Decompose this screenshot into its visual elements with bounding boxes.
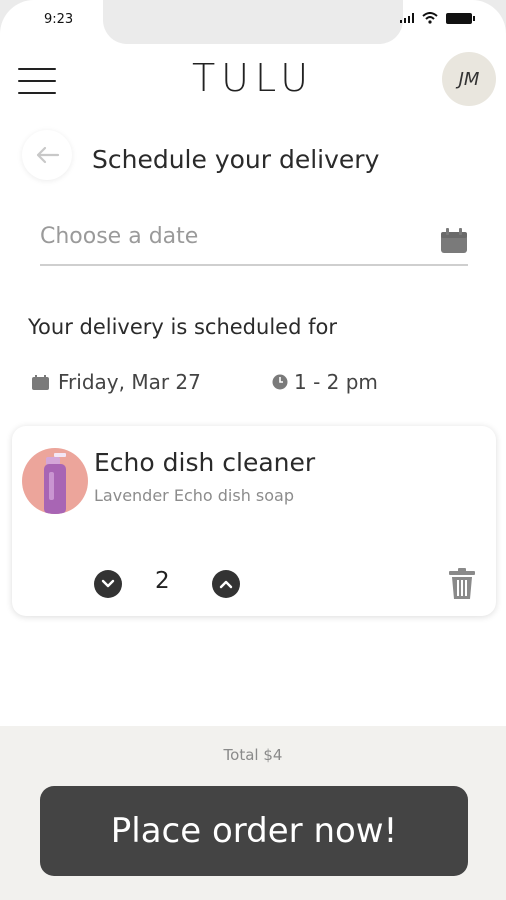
chevron-up-icon xyxy=(219,580,233,589)
schedule-date: Friday, Mar 27 xyxy=(32,370,201,394)
device-notch xyxy=(103,0,403,44)
app-screen: 9:23 TULU JM Schedule your delivery Your… xyxy=(0,0,506,900)
battery-icon xyxy=(446,12,475,24)
back-button[interactable] xyxy=(22,130,72,180)
product-name: Echo dish cleaner xyxy=(94,448,316,477)
back-arrow-icon xyxy=(36,146,60,164)
signal-icon xyxy=(400,13,414,23)
quantity-decrease-button[interactable] xyxy=(94,570,122,598)
wifi-icon xyxy=(422,12,438,24)
calendar-icon[interactable] xyxy=(440,228,468,254)
brand-logo: TULU xyxy=(191,56,315,100)
status-time: 9:23 xyxy=(44,12,74,27)
trash-icon[interactable] xyxy=(448,568,476,600)
schedule-time-text: 1 - 2 pm xyxy=(294,370,378,394)
schedule-time: 1 - 2 pm xyxy=(272,370,378,394)
quantity-increase-button[interactable] xyxy=(212,570,240,598)
order-footer: Total $4 Place order now! xyxy=(0,726,506,900)
quantity-value: 2 xyxy=(155,568,170,594)
order-total: Total $4 xyxy=(223,746,283,764)
place-order-button[interactable]: Place order now! xyxy=(40,786,468,876)
date-input[interactable] xyxy=(40,216,420,256)
avatar[interactable]: JM xyxy=(442,52,496,106)
date-field xyxy=(40,216,468,266)
chevron-down-icon xyxy=(101,579,115,588)
status-icons xyxy=(400,12,475,24)
schedule-label: Your delivery is scheduled for xyxy=(28,315,337,339)
product-description: Lavender Echo dish soap xyxy=(94,486,295,505)
page-title: Schedule your delivery xyxy=(92,145,380,174)
calendar-icon xyxy=(32,374,49,390)
schedule-date-text: Friday, Mar 27 xyxy=(58,370,201,394)
clock-icon xyxy=(272,374,288,390)
cart-item-card: Echo dish cleaner Lavender Echo dish soa… xyxy=(12,426,496,616)
product-image xyxy=(22,448,88,514)
